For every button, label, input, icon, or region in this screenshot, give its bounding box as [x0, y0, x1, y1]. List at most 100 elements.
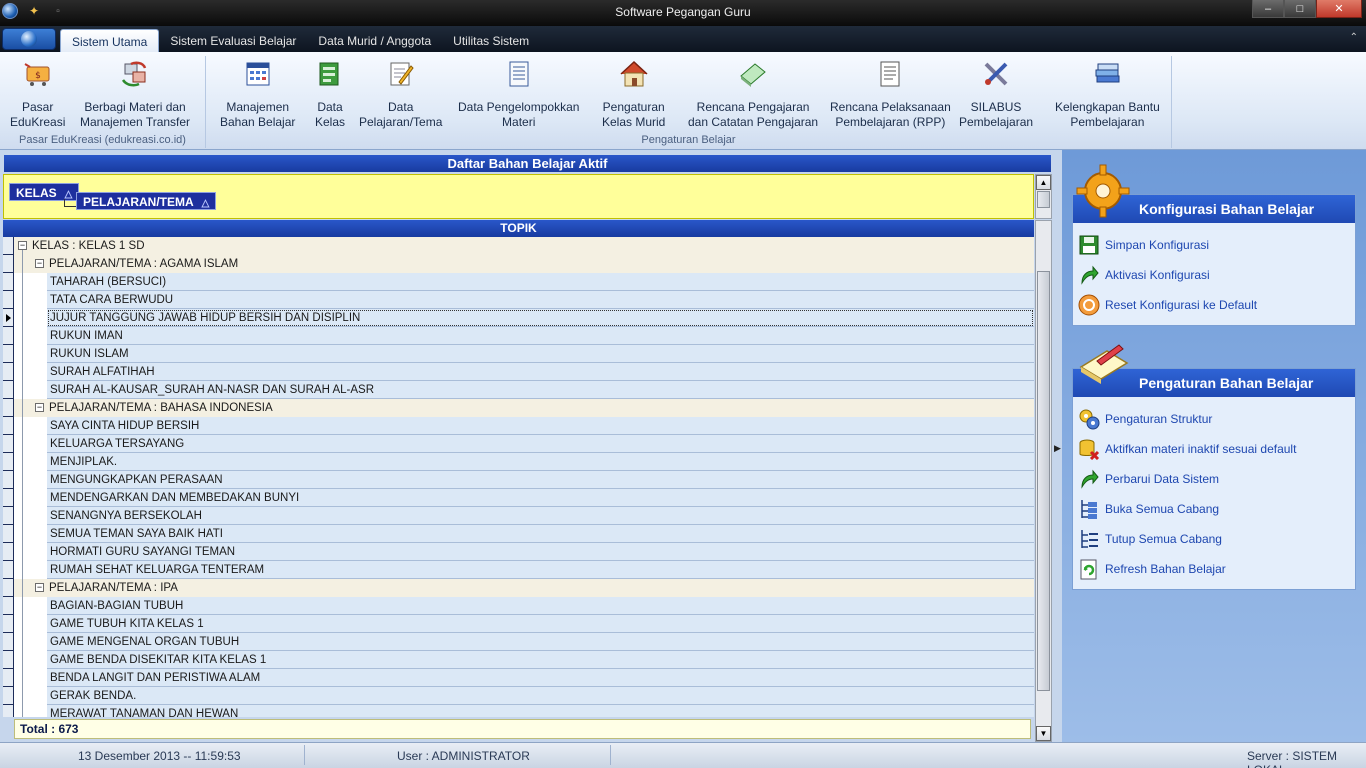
row-text: TATA CARA BERWUDU — [47, 291, 1034, 309]
topic-row[interactable]: BENDA LANGIT DAN PERISTIWA ALAM — [14, 669, 1034, 687]
pasar-edukreasi-button[interactable]: $ Pasar EduKreasi — [10, 58, 65, 130]
row-text: GAME MENGENAL ORGAN TUBUH — [47, 633, 1034, 651]
kelengkapan-bantu-button[interactable]: Kelengkapan Bantu Pembelajaran — [1055, 58, 1160, 130]
tree-collapse-icon — [1077, 527, 1101, 551]
simpan-konfigurasi-link[interactable]: Simpan Konfigurasi — [1077, 233, 1209, 257]
window-title: Software Pegangan Guru — [615, 5, 751, 19]
application-menu-button[interactable] — [2, 28, 56, 50]
tutup-semua-cabang-link[interactable]: Tutup Semua Cabang — [1077, 527, 1222, 551]
topic-row[interactable]: TAHARAH (BERSUCI) — [14, 273, 1034, 291]
row-text: GAME BENDA DISEKITAR KITA KELAS 1 — [47, 651, 1034, 669]
scroll-thumb[interactable] — [1037, 271, 1050, 691]
row-indicator-cell — [3, 417, 13, 435]
group-chip-pelajaran-tema[interactable]: PELAJARAN/TEMA △ — [76, 192, 217, 210]
topic-row[interactable]: SEMUA TEMAN SAYA BAIK HATI — [14, 525, 1034, 543]
group-row-kelas[interactable]: − KELAS : KELAS 1 SD — [14, 237, 1034, 255]
data-kelas-button[interactable]: Data Kelas — [314, 58, 346, 130]
tab-sistem-utama[interactable]: Sistem Utama — [60, 29, 160, 52]
topic-row[interactable]: GAME TUBUH KITA KELAS 1 — [14, 615, 1034, 633]
manajemen-bahan-belajar-button[interactable]: Manajemen Bahan Belajar — [220, 58, 295, 130]
ribbon-group-pasar: $ Pasar EduKreasi Berbagi Materi dan Man… — [0, 56, 206, 148]
group-row-pelajaran[interactable]: − PELAJARAN/TEMA : IPA — [14, 579, 1034, 597]
ribbon-collapse-icon[interactable]: ⌃ — [1350, 32, 1358, 43]
rencana-pelaksanaan-button[interactable]: Rencana Pelaksanaan Pembelajaran (RPP) — [830, 58, 951, 130]
data-pengelompokkan-materi-button[interactable]: Data Pengelompokkan Materi — [458, 58, 579, 130]
grid-scrollbar[interactable]: ▼ — [1035, 220, 1052, 742]
perbarui-data-sistem-link[interactable]: Perbarui Data Sistem — [1077, 467, 1219, 491]
scroll-up-icon[interactable]: ▲ — [1036, 175, 1051, 190]
row-text: RUKUN IMAN — [47, 327, 1034, 345]
tab-utilitas-sistem[interactable]: Utilitas Sistem — [442, 29, 540, 52]
buka-semua-cabang-link[interactable]: Buka Semua Cabang — [1077, 497, 1219, 521]
berbagi-materi-button[interactable]: Berbagi Materi dan Manajemen Transfer — [80, 58, 190, 130]
data-pelajaran-tema-button[interactable]: Data Pelajaran/Tema — [359, 58, 442, 130]
collapse-toggle-icon[interactable]: − — [18, 241, 27, 250]
topic-row[interactable]: KELUARGA TERSAYANG — [14, 435, 1034, 453]
collapse-toggle-icon[interactable]: − — [35, 259, 44, 268]
topic-row[interactable]: MENJIPLAK. — [14, 453, 1034, 471]
share-transfer-icon — [119, 58, 151, 90]
collapse-toggle-icon[interactable]: − — [35, 583, 44, 592]
class-data-icon — [314, 58, 346, 90]
group-row-pelajaran[interactable]: − PELAJARAN/TEMA : AGAMA ISLAM — [14, 255, 1034, 273]
scroll-thumb[interactable] — [1037, 191, 1050, 208]
tree-connector — [22, 250, 23, 717]
collapse-toggle-icon[interactable]: − — [35, 403, 44, 412]
topic-row[interactable]: MENGUNGKAPKAN PERASAAN — [14, 471, 1034, 489]
tab-data-murid-anggota[interactable]: Data Murid / Anggota — [307, 29, 442, 52]
rencana-pengajaran-button[interactable]: Rencana Pengajaran dan Catatan Pengajara… — [688, 58, 818, 130]
row-text: SEMUA TEMAN SAYA BAIK HATI — [47, 525, 1034, 543]
row-indicator-cell — [3, 327, 13, 345]
card-konfigurasi: Konfigurasi Bahan Belajar Simpan Konfigu… — [1072, 164, 1356, 326]
cart-tag-icon: $ — [22, 58, 54, 90]
topic-row[interactable]: JUJUR TANGGUNG JAWAB HIDUP BERSIH DAN DI… — [14, 309, 1034, 327]
row-text: KELAS : KELAS 1 SD — [32, 240, 145, 252]
silabus-pembelajaran-button[interactable]: SILABUS Pembelajaran — [959, 58, 1033, 130]
topic-row[interactable]: MERAWAT TANAMAN DAN HEWAN — [14, 705, 1034, 717]
maximize-button[interactable]: □ — [1284, 0, 1316, 18]
column-header-topik[interactable]: TOPIK — [3, 220, 1034, 237]
refresh-bahan-belajar-link[interactable]: Refresh Bahan Belajar — [1077, 557, 1226, 581]
row-text: GERAK BENDA. — [47, 687, 1034, 705]
status-datetime: 13 Desember 2013 -- 11:59:53 — [78, 749, 241, 763]
topic-row[interactable]: SAYA CINTA HIDUP BERSIH — [14, 417, 1034, 435]
row-indicator-cell — [3, 525, 13, 543]
topic-row[interactable]: RUKUN ISLAM — [14, 345, 1034, 363]
topic-row[interactable]: SENANGNYA BERSEKOLAH — [14, 507, 1034, 525]
topic-row[interactable]: SURAH ALFATIHAH — [14, 363, 1034, 381]
row-indicator-cell — [3, 687, 13, 705]
floppy-disk-icon — [1077, 233, 1101, 257]
row-indicator-cell — [3, 237, 13, 255]
pengaturan-kelas-murid-button[interactable]: Pengaturan Kelas Murid — [602, 58, 665, 130]
row-indicator-cell — [3, 291, 13, 309]
topic-row[interactable]: BAGIAN-BAGIAN TUBUH — [14, 597, 1034, 615]
topic-row[interactable]: GAME MENGENAL ORGAN TUBUH — [14, 633, 1034, 651]
aktivasi-konfigurasi-link[interactable]: Aktivasi Konfigurasi — [1077, 263, 1210, 287]
group-panel-scrollbar[interactable]: ▲ — [1035, 174, 1052, 219]
aktifkan-materi-link[interactable]: Aktifkan materi inaktif sesuai default — [1077, 437, 1296, 461]
topic-row[interactable]: GAME BENDA DISEKITAR KITA KELAS 1 — [14, 651, 1034, 669]
reset-konfigurasi-link[interactable]: Reset Konfigurasi ke Default — [1077, 293, 1257, 317]
topic-row[interactable]: RUMAH SEHAT KELUARGA TENTERAM — [14, 561, 1034, 579]
row-indicator-cell — [3, 669, 13, 687]
topic-row[interactable]: HORMATI GURU SAYANGI TEMAN — [14, 543, 1034, 561]
lined-document-icon — [874, 58, 906, 90]
row-text: HORMATI GURU SAYANGI TEMAN — [47, 543, 1034, 561]
row-text: TAHARAH (BERSUCI) — [47, 273, 1034, 291]
sort-asc-icon: △ — [201, 198, 210, 209]
scroll-down-icon[interactable]: ▼ — [1036, 726, 1051, 741]
topic-row[interactable]: MENDENGARKAN DAN MEMBEDAKAN BUNYI — [14, 489, 1034, 507]
chevron-right-icon[interactable]: ▶ — [1054, 443, 1061, 454]
pengaturan-struktur-link[interactable]: Pengaturan Struktur — [1077, 407, 1212, 431]
topic-row[interactable]: SURAH AL-KAUSAR_SURAH AN-NASR DAN SURAH … — [14, 381, 1034, 399]
book-stack-icon — [1091, 58, 1123, 90]
topic-row[interactable]: TATA CARA BERWUDU — [14, 291, 1034, 309]
close-button[interactable]: ✕ — [1316, 0, 1362, 18]
topic-row[interactable]: RUKUN IMAN — [14, 327, 1034, 345]
row-indicator-cell — [3, 651, 13, 669]
topic-row[interactable]: GERAK BENDA. — [14, 687, 1034, 705]
tab-sistem-evaluasi-belajar[interactable]: Sistem Evaluasi Belajar — [159, 29, 307, 52]
panel-splitter[interactable]: ▶ — [1052, 150, 1062, 742]
minimize-button[interactable]: – — [1252, 0, 1284, 18]
group-row-pelajaran[interactable]: − PELAJARAN/TEMA : BAHASA INDONESIA — [14, 399, 1034, 417]
